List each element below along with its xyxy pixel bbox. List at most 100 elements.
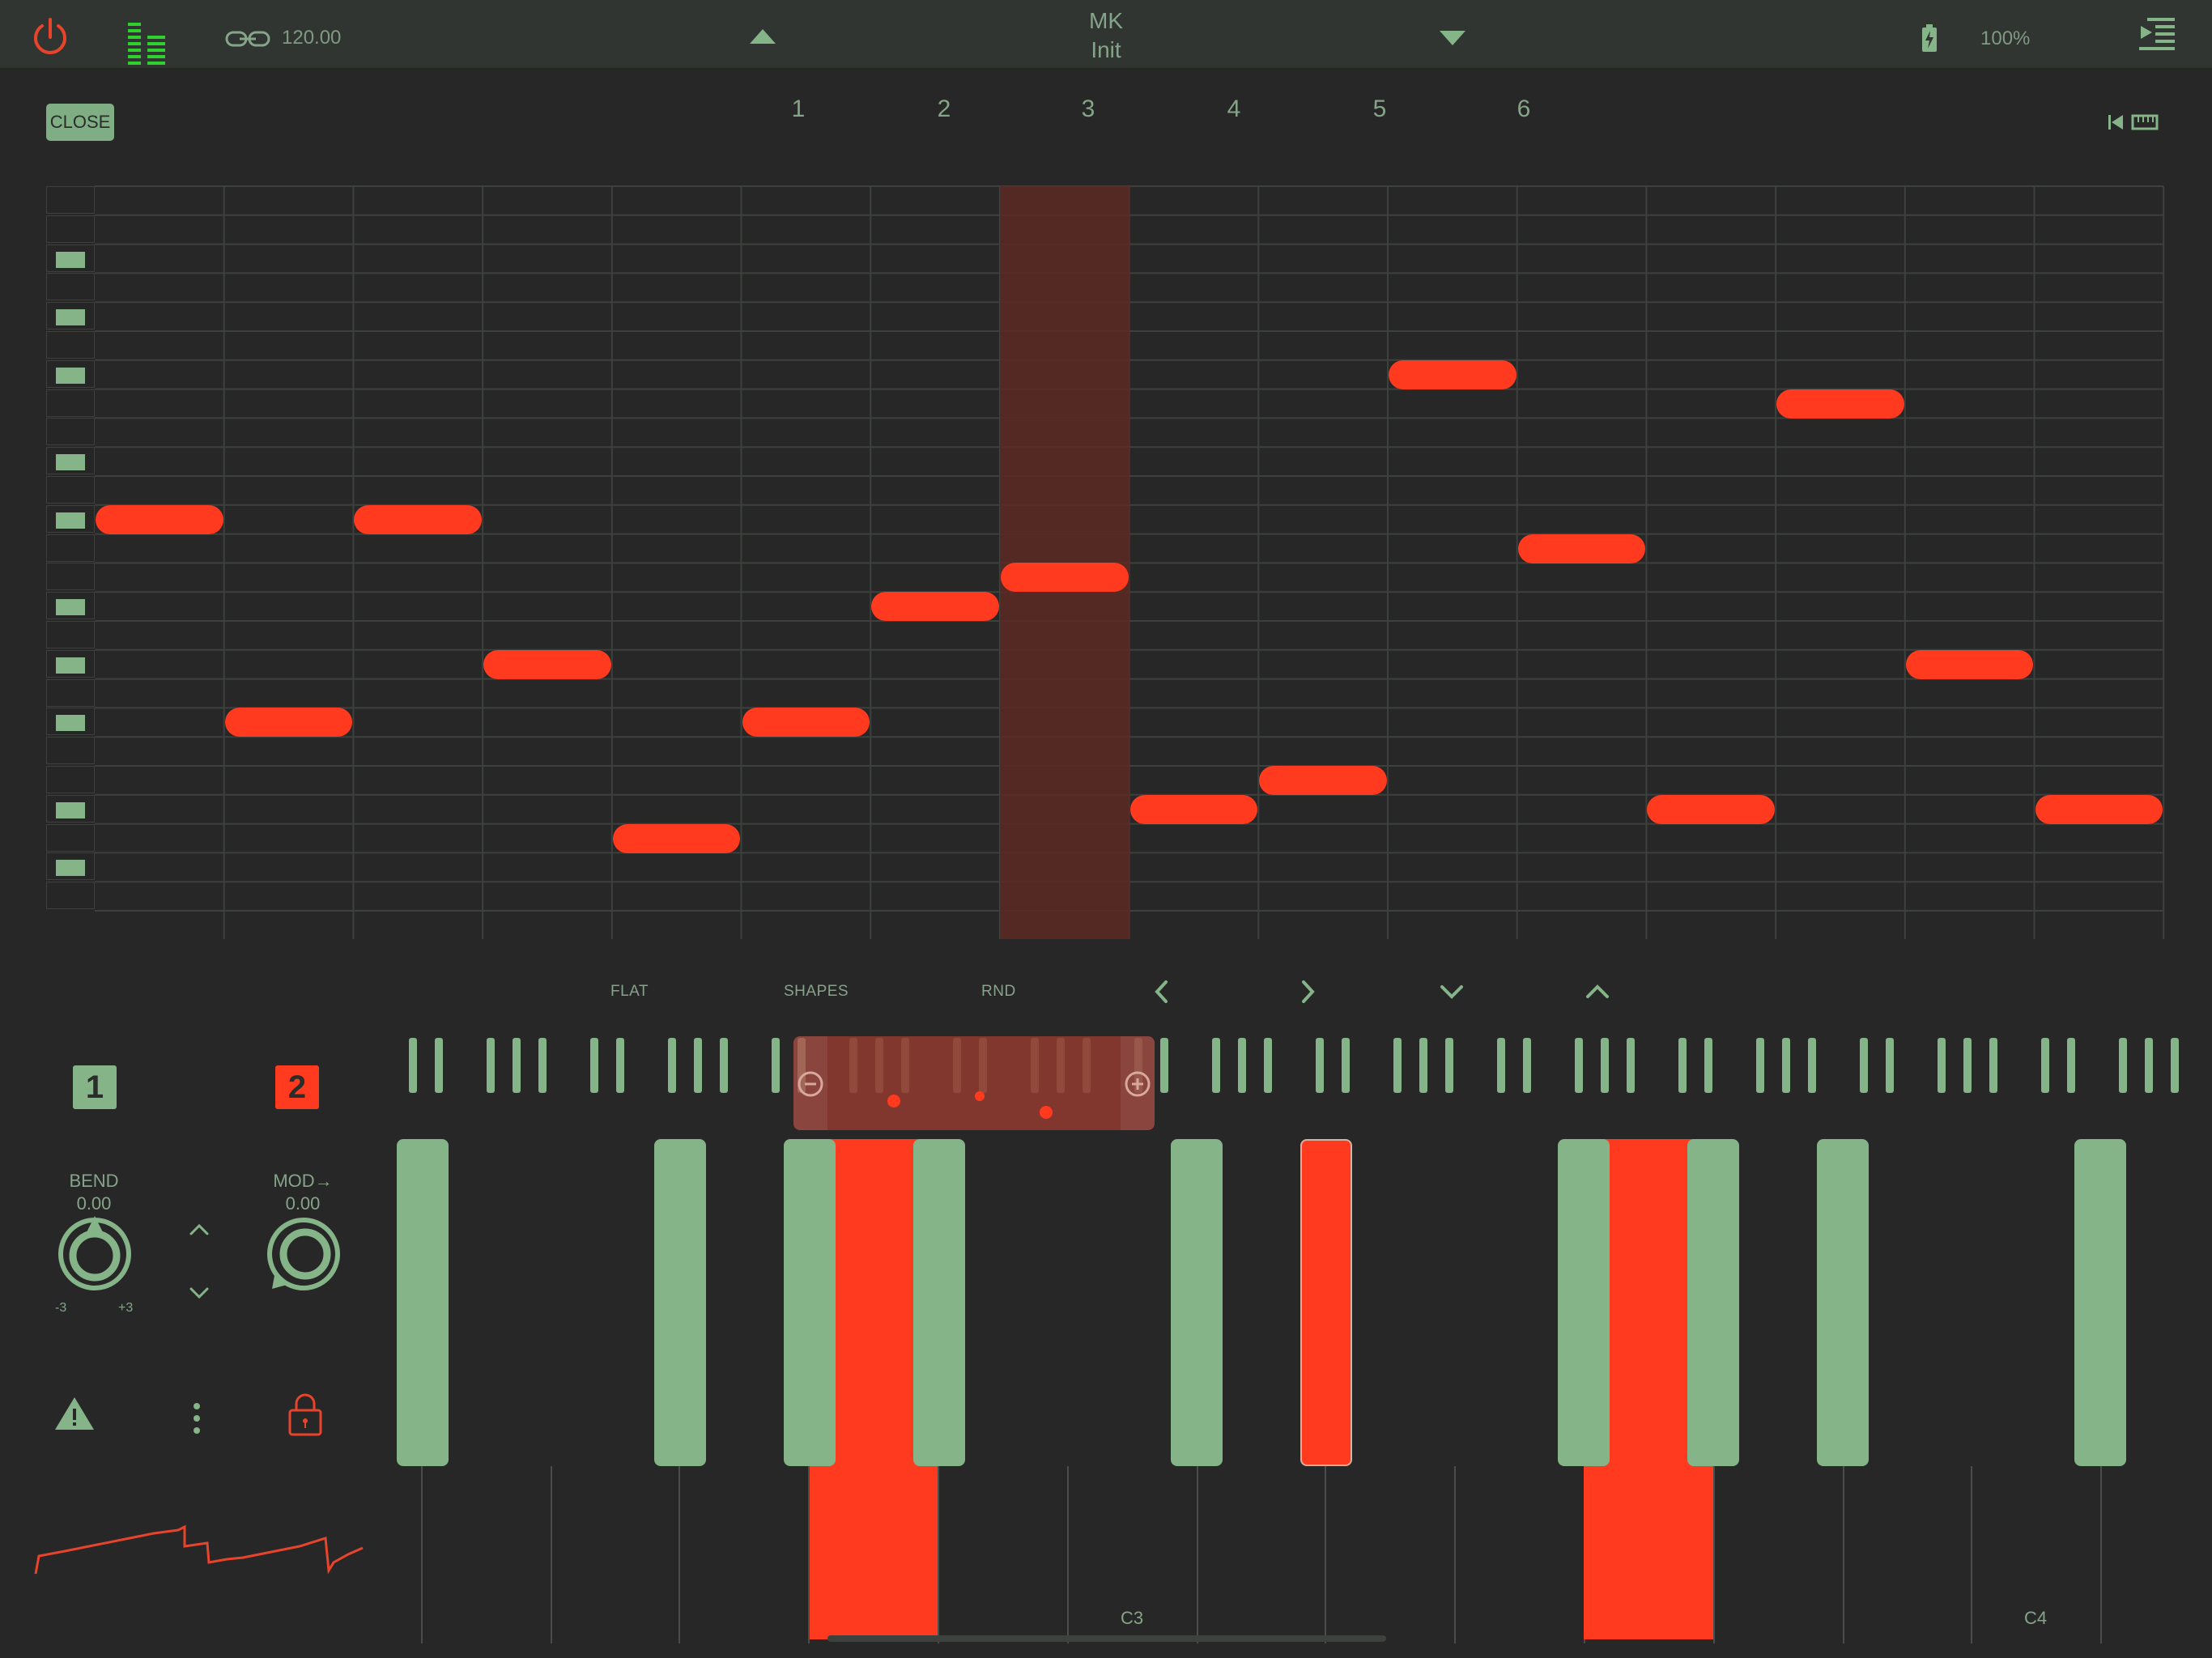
panic-icon[interactable] (53, 1396, 96, 1431)
more-options-icon[interactable] (191, 1402, 202, 1435)
black-key-pressed[interactable] (1300, 1139, 1352, 1466)
black-key[interactable] (1171, 1139, 1223, 1466)
zoom-out-icon[interactable] (797, 1070, 824, 1098)
overview-key-tick (1989, 1038, 1997, 1093)
white-key-divider (551, 1466, 552, 1643)
overview-key-tick (2171, 1038, 2179, 1093)
note-block[interactable] (1647, 794, 1776, 824)
white-key-divider (1067, 1466, 1069, 1643)
white-key-divider (1197, 1466, 1198, 1643)
overview-key-tick (2067, 1038, 2075, 1093)
white-key-divider (1843, 1466, 1844, 1643)
note-block[interactable] (2035, 794, 2163, 824)
overview-key-tick (2145, 1038, 2153, 1093)
lock-icon[interactable] (287, 1391, 324, 1438)
overview-key-tick (1601, 1038, 1609, 1093)
black-key[interactable] (1817, 1139, 1869, 1466)
active-note-dot (975, 1091, 985, 1101)
octave-label-c4: C4 (2024, 1608, 2048, 1628)
black-key[interactable] (913, 1139, 965, 1466)
zoom-in-icon[interactable] (1124, 1070, 1151, 1098)
bend-label: BEND (69, 1171, 119, 1191)
overview-key-tick (1497, 1038, 1505, 1093)
note-block[interactable] (1389, 359, 1516, 389)
note-block[interactable] (1259, 765, 1387, 795)
bend-min: -3 (55, 1301, 67, 1315)
overview-key-tick (513, 1038, 521, 1093)
mod-knob[interactable] (264, 1214, 343, 1294)
active-note-dot (1040, 1106, 1053, 1119)
flat-button[interactable]: FLAT (610, 983, 649, 1001)
white-key-divider (1454, 1466, 1456, 1643)
overview-key-tick (1704, 1038, 1712, 1093)
keyboard-scrollbar[interactable] (827, 1635, 1386, 1642)
overview-key-tick (435, 1038, 443, 1093)
note-block[interactable] (354, 504, 483, 534)
bend-knob[interactable] (55, 1214, 134, 1294)
note-block[interactable] (1129, 794, 1258, 824)
chevron-down-icon[interactable] (1440, 983, 1464, 1001)
overview-key-tick (1419, 1038, 1427, 1093)
white-key-divider (2100, 1466, 2102, 1643)
note-block[interactable] (224, 708, 353, 738)
overview-key-tick (694, 1038, 702, 1093)
overview-key-tick (1678, 1038, 1687, 1093)
overview-key-tick (1523, 1038, 1531, 1093)
shapes-button[interactable]: SHAPES (784, 983, 849, 1001)
overview-key-tick (616, 1038, 624, 1093)
overview-key-tick (1886, 1038, 1894, 1093)
overview-key-tick (1264, 1038, 1272, 1093)
overview-key-tick (772, 1038, 780, 1093)
overview-key-tick (409, 1038, 417, 1093)
black-key[interactable] (1687, 1139, 1739, 1466)
bend-range-up-icon[interactable] (188, 1221, 211, 1237)
overview-key-tick (1445, 1038, 1453, 1093)
overview-key-tick (1575, 1038, 1583, 1093)
mod-value: 0.00 (285, 1193, 321, 1214)
black-key[interactable] (654, 1139, 706, 1466)
overview-key-tick (1160, 1038, 1168, 1093)
white-key-divider (678, 1466, 680, 1643)
note-block[interactable] (612, 823, 741, 853)
note-block[interactable] (1517, 534, 1646, 563)
octave-label-c3: C3 (1121, 1608, 1144, 1628)
waveform-display (34, 1524, 364, 1575)
chevron-up-icon[interactable] (1585, 983, 1610, 1001)
overview-key-tick (720, 1038, 728, 1093)
overview-key-tick (1627, 1038, 1635, 1093)
overview-key-tick (1212, 1038, 1220, 1093)
overview-key-tick (1963, 1038, 1972, 1093)
overview-key-tick (1316, 1038, 1324, 1093)
overview-key-tick (1860, 1038, 1868, 1093)
note-block[interactable] (1776, 389, 1904, 419)
overview-zoom-window[interactable] (793, 1036, 1155, 1130)
bend-max: +3 (118, 1301, 134, 1315)
bend-value: 0.00 (76, 1193, 112, 1214)
black-key[interactable] (1558, 1139, 1610, 1466)
black-key[interactable] (784, 1139, 836, 1466)
note-block[interactable] (1905, 649, 2034, 679)
overview-key-tick (538, 1038, 547, 1093)
white-key-divider (1971, 1466, 1972, 1643)
note-block[interactable] (1000, 563, 1129, 593)
note-block[interactable] (871, 592, 999, 622)
chevron-left-icon[interactable] (1153, 980, 1171, 1004)
overview-key-tick (2119, 1038, 2127, 1093)
bend-range-down-icon[interactable] (188, 1286, 211, 1302)
black-key[interactable] (397, 1139, 449, 1466)
chevron-right-icon[interactable] (1299, 980, 1317, 1004)
note-block[interactable] (96, 504, 223, 534)
black-key[interactable] (2074, 1139, 2126, 1466)
channel-2-button[interactable]: 2 (275, 1065, 319, 1109)
channel-1-button[interactable]: 1 (73, 1065, 117, 1109)
active-note-dot (887, 1095, 900, 1107)
note-block[interactable] (742, 708, 870, 738)
overview-key-tick (1782, 1038, 1790, 1093)
note-block[interactable] (483, 649, 611, 679)
rnd-button[interactable]: RND (981, 983, 1016, 1001)
overview-key-tick (487, 1038, 495, 1093)
overview-key-tick (1238, 1038, 1246, 1093)
white-key-divider (938, 1466, 939, 1643)
overview-key-tick (1756, 1038, 1764, 1093)
mod-label: MOD→ (273, 1171, 333, 1191)
